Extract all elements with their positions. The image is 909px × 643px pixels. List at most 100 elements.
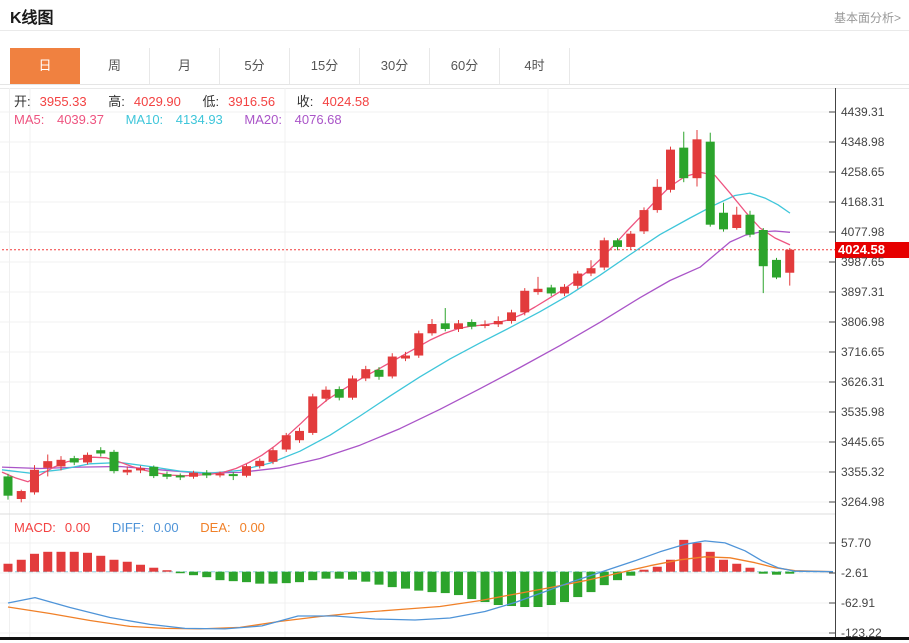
macd-bar (202, 571, 212, 578)
macd-header: MACD: 0.00 DIFF: 0.00 DEA: 0.00 (14, 520, 283, 535)
main-y-axis-label: 3355.32 (841, 464, 885, 479)
candle (454, 323, 463, 329)
macd-bar (785, 571, 795, 574)
macd-value: MACD: 0.00 (14, 520, 91, 535)
macd-bar (30, 553, 39, 572)
candle (321, 389, 331, 399)
main-y-axis-label: 4168.31 (841, 195, 885, 209)
ma-header: MA5: 4039.37 MA10: 4134.93 MA20: 4076.68 (14, 112, 360, 127)
candle (427, 323, 437, 334)
macd-bar (96, 555, 106, 572)
macd-bar (334, 571, 344, 579)
macd-bar (242, 571, 251, 583)
candle (401, 355, 410, 359)
candle (162, 474, 172, 477)
header-divider (0, 30, 909, 31)
candle (387, 356, 397, 377)
candle (255, 460, 265, 467)
main-y-axis-label: 3806.98 (841, 314, 885, 329)
macd-bar (599, 571, 609, 586)
high-label-value: 高: 4029.90 (108, 94, 181, 109)
macd-bar (295, 571, 304, 583)
macd-bar (308, 571, 318, 581)
candle (43, 461, 53, 468)
tab-日[interactable]: 日 (10, 48, 80, 84)
tab-月[interactable]: 月 (150, 48, 220, 84)
fundamental-analysis-link[interactable]: 基本面分析> (834, 9, 901, 26)
candle (96, 450, 106, 454)
macd-bar (387, 571, 397, 588)
candle (122, 469, 132, 473)
candle (189, 472, 198, 477)
candle (215, 473, 225, 476)
candle (626, 233, 636, 247)
macd-bar (440, 571, 450, 594)
macd-bar (255, 571, 265, 584)
main-y-axis-label: 3897.31 (841, 285, 885, 299)
candle (785, 249, 795, 273)
macd-bar (626, 571, 636, 576)
macd-bar (43, 551, 53, 572)
tab-15分[interactable]: 15分 (290, 48, 360, 84)
macd-bar (493, 571, 503, 606)
candle (30, 469, 39, 493)
candle (599, 240, 609, 268)
candle (242, 466, 251, 476)
macd-bar (215, 571, 225, 581)
main-y-axis-label: 4439.31 (841, 105, 885, 119)
tab-60分[interactable]: 60分 (430, 48, 500, 84)
macd-bar (507, 571, 516, 607)
tab-4时[interactable]: 4时 (500, 48, 570, 84)
macd-bar (719, 559, 728, 572)
candle (745, 214, 755, 235)
macd-bar (427, 571, 437, 593)
macd-y-axis-label: 57.70 (841, 536, 872, 550)
page-title: K线图 (10, 10, 54, 27)
main-y-axis-label: 3535.98 (841, 404, 885, 419)
macd-bar (162, 570, 172, 572)
main-y-axis-label: 3264.98 (841, 495, 885, 509)
close-label-value: 收: 4024.58 (296, 94, 370, 109)
main-y-axis-label: 3716.65 (841, 344, 885, 359)
tab-周[interactable]: 周 (80, 48, 150, 84)
tab-bar-underline (0, 84, 909, 85)
candle (639, 210, 649, 232)
candle (136, 468, 145, 471)
candle (414, 333, 424, 356)
macd-bar (652, 566, 662, 572)
candle (109, 451, 119, 472)
candle (705, 141, 715, 225)
period-tab-bar: 日周月 5分 15分 30分 60分 4时 (10, 48, 570, 84)
diff-value: DIFF: 0.00 (111, 520, 179, 535)
macd-bar (361, 571, 371, 582)
candle (666, 149, 675, 190)
macd-bar (480, 571, 490, 603)
candle (334, 389, 344, 398)
macd-bar (175, 571, 185, 574)
candle (533, 288, 543, 293)
macd-y-axis-label: -2.61 (841, 566, 869, 580)
candle (560, 286, 569, 294)
tab-30分[interactable]: 30分 (360, 48, 430, 84)
macd-bar (560, 571, 569, 603)
macd-bar (149, 567, 159, 572)
main-y-axis-label: 3626.31 (841, 375, 885, 389)
candle (175, 475, 185, 478)
candle (69, 458, 79, 463)
macd-bar (414, 571, 424, 591)
macd-bar (56, 551, 66, 572)
candle (507, 312, 516, 321)
candle (467, 321, 477, 327)
macd-bar (83, 552, 92, 572)
candle (83, 454, 92, 463)
candle (374, 369, 384, 377)
macd-bar (228, 571, 238, 582)
macd-y-axis-label: -123.22 (841, 626, 882, 640)
candle (493, 320, 503, 325)
macd-bar (281, 571, 291, 584)
candle (692, 139, 702, 179)
ma10-value: MA10: 4134.93 (125, 112, 223, 127)
tab-5分[interactable]: 5分 (220, 48, 290, 84)
candle (440, 323, 450, 329)
candle (202, 472, 212, 476)
